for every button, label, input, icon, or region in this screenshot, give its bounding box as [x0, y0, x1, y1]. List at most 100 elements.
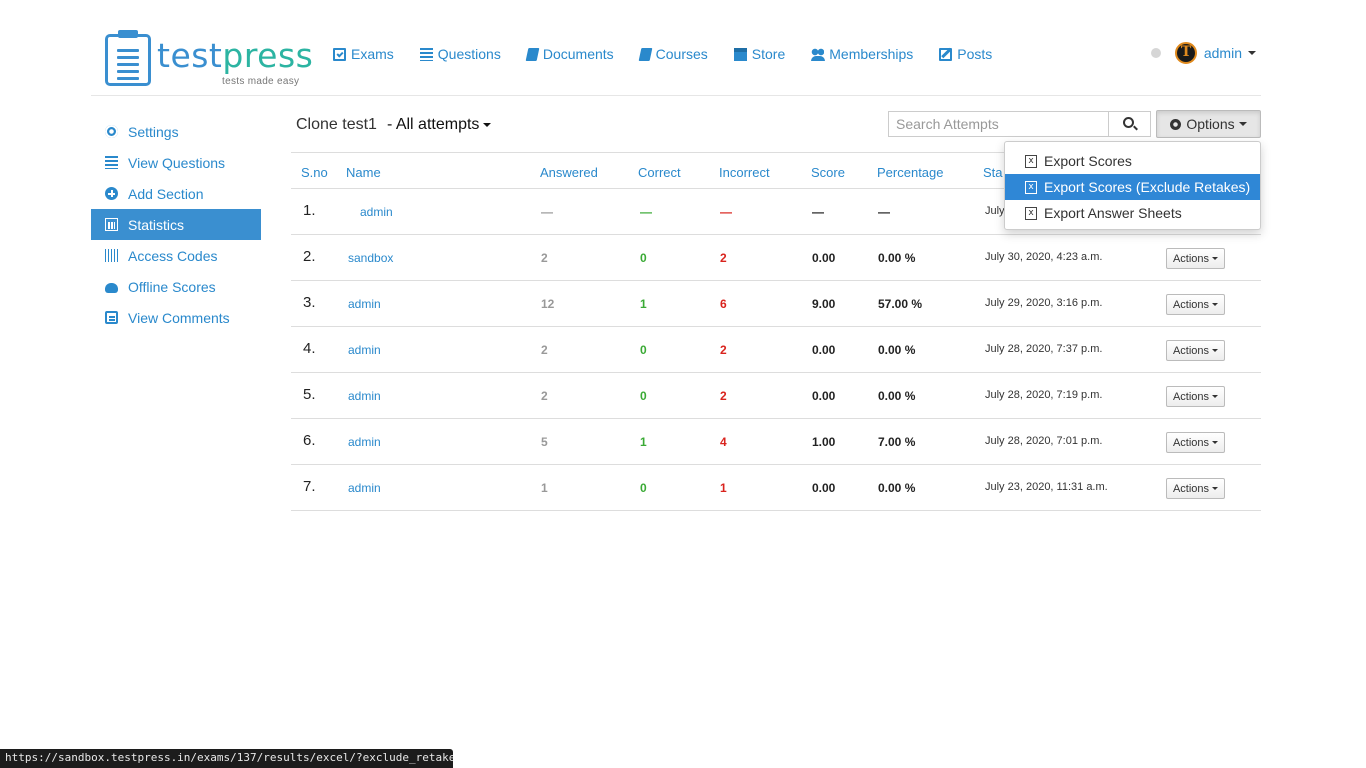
avatar[interactable] — [1174, 42, 1197, 64]
cell-score: 0.00 — [812, 481, 836, 495]
nav-memberships[interactable]: Memberships — [811, 46, 913, 62]
menu-item-export-scores-exclude-retakes[interactable]: Export Scores (Exclude Retakes) — [1005, 174, 1260, 200]
cell-percentage: 57.00 % — [878, 297, 923, 311]
cell-correct: 0 — [640, 389, 647, 403]
cell-correct: — — [640, 205, 652, 219]
search-input[interactable] — [888, 111, 1108, 137]
brand-name: testpress — [157, 36, 314, 75]
search-button[interactable] — [1108, 111, 1151, 137]
actions-button[interactable]: Actions — [1166, 294, 1225, 315]
actions-button[interactable]: Actions — [1166, 340, 1225, 361]
sidebar-item-statistics[interactable]: Statistics — [91, 209, 261, 240]
cell-incorrect: 4 — [720, 435, 727, 449]
actions-button[interactable]: Actions — [1166, 432, 1225, 453]
cell-name-link[interactable]: admin — [348, 481, 381, 495]
sidebar-item-add-section[interactable]: Add Section — [91, 178, 261, 209]
column-header-sno[interactable]: S.no — [301, 165, 328, 180]
search-form — [888, 111, 1151, 137]
nav-label: Documents — [542, 46, 614, 62]
menu-item-export-scores[interactable]: Export Scores — [1005, 148, 1260, 174]
nav-label: Memberships — [829, 46, 914, 62]
sidebar-item-access-codes[interactable]: Access Codes — [91, 240, 261, 271]
cell-name-link[interactable]: admin — [348, 343, 381, 357]
cell-sno: 5. — [303, 386, 316, 403]
list-icon — [105, 156, 118, 169]
user-menu[interactable]: admin — [1150, 42, 1256, 64]
testpress-logo[interactable]: testpress tests made easy — [105, 30, 314, 90]
plus-circle-icon — [105, 187, 118, 200]
actions-label: Actions — [1172, 298, 1210, 311]
sidebar-item-label: View Questions — [128, 154, 226, 171]
cell-sno: 4. — [303, 340, 316, 357]
cell-incorrect: — — [720, 205, 732, 219]
bar-chart-icon — [105, 218, 118, 231]
cell-incorrect: 6 — [720, 297, 727, 311]
top-header: testpress tests made easy Exams Question… — [91, 0, 1261, 96]
actions-button[interactable]: Actions — [1166, 248, 1225, 269]
cell-name-link[interactable]: admin — [348, 435, 381, 449]
cell-name-link[interactable]: sandbox — [348, 251, 393, 265]
notification-dot-icon[interactable] — [1150, 48, 1161, 58]
comment-icon — [105, 311, 118, 324]
cell-name-link[interactable]: admin — [348, 389, 381, 403]
cell-percentage: 0.00 % — [878, 251, 916, 265]
cell-name-link[interactable]: admin — [348, 297, 381, 311]
nav-questions[interactable]: Questions — [419, 46, 501, 62]
options-button[interactable]: Options — [1156, 110, 1261, 138]
actions-button[interactable]: Actions — [1166, 386, 1225, 407]
nav-label: Posts — [957, 46, 993, 62]
cell-percentage: 0.00 % — [878, 481, 916, 495]
attempts-filter-dropdown[interactable]: - All attempts — [387, 116, 492, 134]
sidebar-item-label: Statistics — [128, 216, 185, 233]
nav-store[interactable]: Store — [733, 46, 785, 62]
cell-correct: 0 — [640, 343, 647, 357]
column-header-percentage[interactable]: Percentage — [877, 165, 944, 180]
main-nav: Exams Questions Documents Courses Store … — [333, 46, 1018, 62]
cell-correct: 0 — [640, 481, 647, 495]
cell-sno: 1. — [303, 202, 316, 219]
cell-answered: 5 — [541, 435, 548, 449]
column-header-correct[interactable]: Correct — [638, 165, 681, 180]
sidebar-item-label: Add Section — [128, 185, 204, 202]
column-header-started[interactable]: Sta — [983, 165, 1003, 180]
chevron-down-icon — [1212, 441, 1219, 444]
sidebar-item-view-comments[interactable]: View Comments — [91, 302, 261, 333]
nav-documents[interactable]: Documents — [525, 46, 614, 62]
table-row: 4. admin 2 0 2 0.00 0.00 % July 28, 2020, 7:37 … — [291, 327, 1261, 373]
table-row: 7. admin 1 0 1 0.00 0.00 % July 23, 2020, 11:31… — [291, 465, 1261, 511]
actions-button[interactable]: Actions — [1166, 478, 1225, 499]
barcode-icon — [105, 249, 118, 262]
cell-score: 0.00 — [812, 389, 836, 403]
sidebar-item-settings[interactable]: Settings — [91, 116, 261, 147]
excel-file-icon — [1025, 180, 1037, 194]
cell-name-link[interactable]: admin — [360, 205, 393, 219]
column-header-score[interactable]: Score — [811, 165, 845, 180]
column-header-name[interactable]: Name — [346, 165, 381, 180]
cell-correct: 0 — [640, 251, 647, 265]
exam-title: Clone test1 — [296, 116, 377, 133]
sidebar: Settings View Questions Add Section Stat… — [91, 116, 261, 333]
cell-started-at: July 30, 2020, 4:23 a.m. — [985, 251, 1103, 263]
sidebar-item-view-questions[interactable]: View Questions — [91, 147, 261, 178]
cloud-upload-icon — [105, 282, 118, 293]
actions-label: Actions — [1172, 390, 1210, 403]
column-header-answered[interactable]: Answered — [540, 165, 598, 180]
cell-score: 1.00 — [812, 435, 836, 449]
nav-posts[interactable]: Posts — [939, 46, 992, 62]
table-row: 5. admin 2 0 2 0.00 0.00 % July 28, 2020, 7:19 … — [291, 373, 1261, 419]
cell-sno: 6. — [303, 432, 316, 449]
nav-courses[interactable]: Courses — [638, 46, 708, 62]
nav-exams[interactable]: Exams — [333, 46, 394, 62]
sidebar-item-offline-scores[interactable]: Offline Scores — [91, 271, 261, 302]
menu-item-label: Export Scores — [1044, 153, 1132, 169]
exams-icon — [333, 47, 346, 61]
cell-answered: 2 — [541, 251, 548, 265]
column-header-incorrect[interactable]: Incorrect — [719, 165, 770, 180]
actions-label: Actions — [1172, 482, 1210, 495]
menu-item-export-answer-sheets[interactable]: Export Answer Sheets — [1005, 200, 1260, 226]
cell-correct: 1 — [640, 297, 647, 311]
chevron-down-icon — [1212, 257, 1219, 260]
user-name[interactable]: admin — [1204, 45, 1242, 61]
chevron-down-icon — [483, 122, 492, 127]
sidebar-item-label: Settings — [128, 123, 179, 140]
